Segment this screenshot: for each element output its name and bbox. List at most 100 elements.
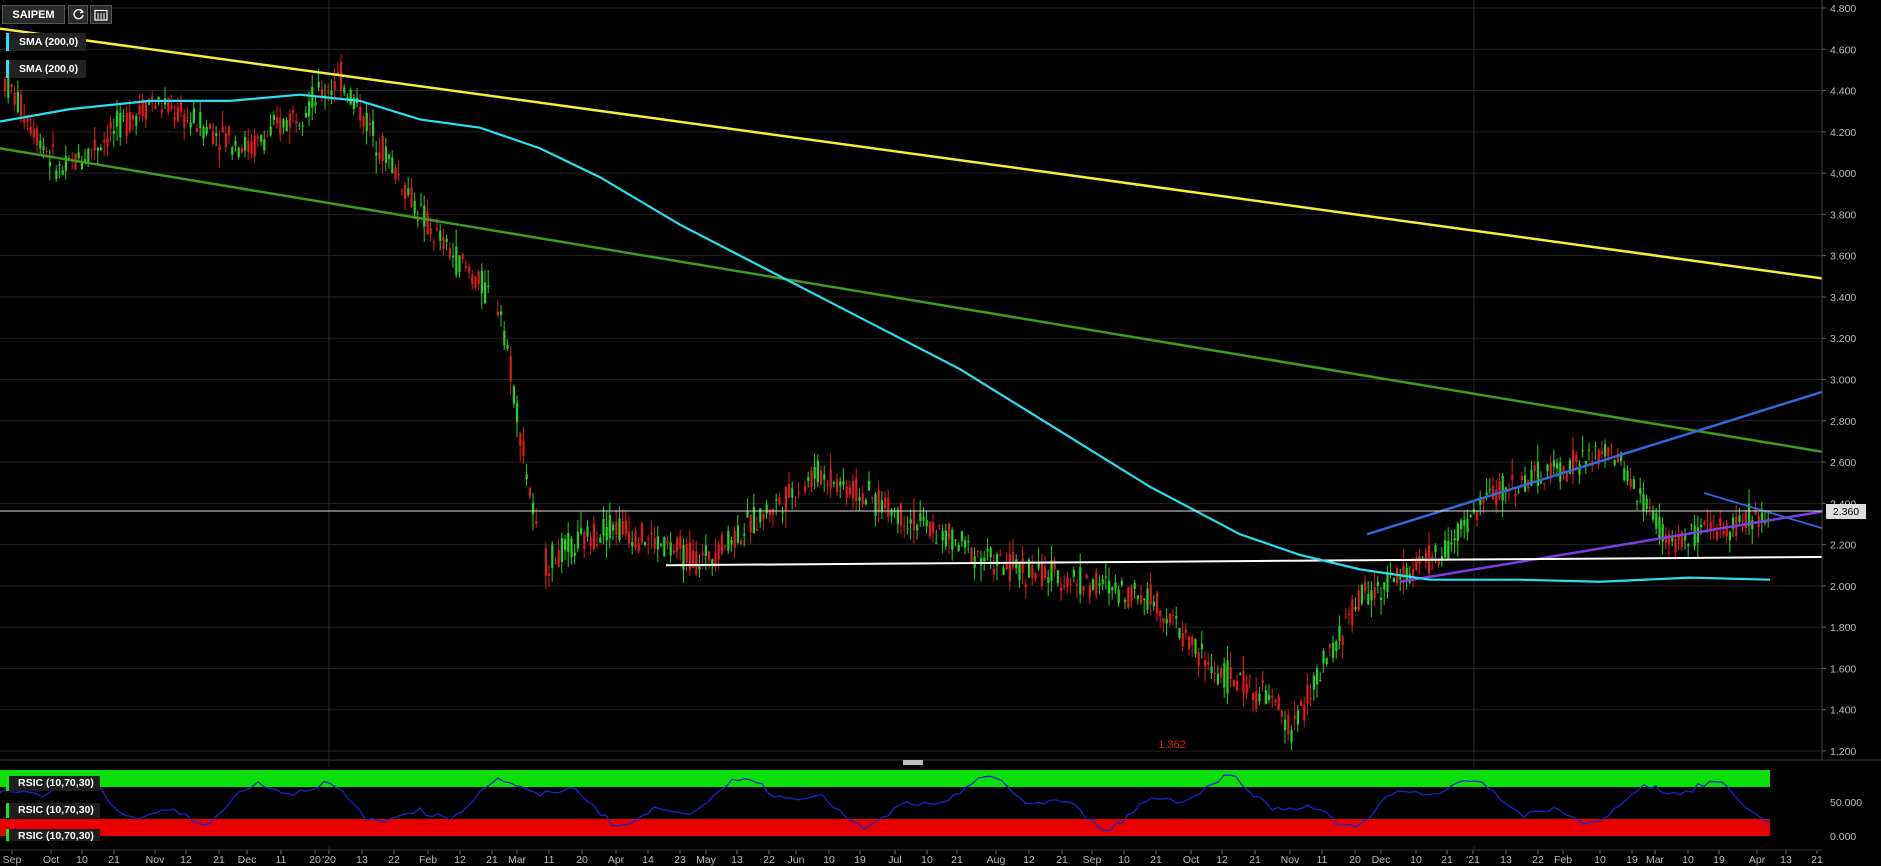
candle-down: [1277, 696, 1280, 711]
candle-up: [1546, 464, 1549, 472]
rsi-legend-2[interactable]: RSIC (10,70,30): [6, 803, 100, 818]
candle-up: [1284, 719, 1287, 731]
x-tick-label: Sep: [1083, 854, 1102, 866]
candle-down: [208, 124, 211, 130]
candle-up: [304, 112, 307, 118]
candle-down: [160, 109, 163, 113]
pane-resize-handle[interactable]: [903, 760, 923, 765]
candle-down: [778, 497, 781, 505]
candle-up: [1146, 588, 1149, 610]
candle-down: [1229, 667, 1232, 679]
candle-down: [1248, 675, 1251, 677]
candle-up: [445, 238, 448, 242]
rsi-oversold-band: [0, 819, 1770, 836]
candle-up: [202, 126, 205, 139]
candle-up: [1463, 519, 1466, 526]
x-tick-label: 12: [1216, 854, 1228, 866]
candle-up: [1456, 523, 1459, 541]
candle-up: [823, 474, 826, 480]
candle-down: [1514, 493, 1517, 497]
candle-down: [180, 100, 183, 112]
candle-down: [724, 545, 727, 547]
candle-up: [612, 524, 615, 531]
candle-down: [410, 187, 413, 207]
symbol-button[interactable]: SAIPEM: [2, 5, 65, 24]
rsi-legend-1-label: RSIC (10,70,30): [18, 777, 94, 789]
candle-down: [1012, 552, 1015, 568]
candle-up: [55, 170, 58, 179]
candle-down: [240, 147, 243, 153]
refresh-button[interactable]: [68, 5, 88, 24]
candle-down: [1149, 584, 1152, 605]
candle-up: [375, 152, 378, 156]
candle-down: [1492, 485, 1495, 500]
candle-down: [1706, 520, 1709, 522]
candle-down: [247, 141, 250, 152]
candle-down: [877, 490, 880, 513]
x-tick-label: 19: [1713, 854, 1725, 866]
candle-down: [653, 538, 656, 549]
candle-up: [1399, 576, 1402, 580]
candle-down: [400, 190, 403, 192]
candle-up: [1386, 572, 1389, 593]
candle-down: [1168, 613, 1171, 624]
calendar-button[interactable]: [90, 5, 112, 24]
sma-legend-1[interactable]: SMA (200,0): [6, 33, 87, 51]
candle-down: [554, 562, 557, 565]
candle-up: [736, 525, 739, 543]
calendar-icon: [94, 9, 108, 21]
candle-up: [1165, 618, 1168, 624]
candle-up: [1338, 625, 1341, 641]
price-chart[interactable]: 4.800 4.600 4.400 4.200 4.000 3.800 3.600 3.400…: [0, 0, 1881, 866]
candle-down: [592, 523, 595, 550]
candle-up: [308, 101, 311, 117]
candle-down: [970, 547, 973, 562]
rsi-legend-3[interactable]: RSIC (10,70,30): [6, 829, 100, 841]
candle-up: [439, 230, 442, 241]
x-tick-label: 21: [951, 854, 963, 866]
candle-up: [1408, 574, 1411, 583]
x-tick-label: Oct: [1183, 854, 1199, 866]
rsi-legend-1[interactable]: RSIC (10,70,30): [6, 776, 100, 791]
candle-up: [698, 565, 701, 570]
y-tick-label: 1.800: [1830, 622, 1856, 634]
candle-down: [93, 139, 96, 151]
candle-up: [964, 540, 967, 548]
y-tick-label: 4.800: [1830, 3, 1856, 15]
candle-down: [1140, 595, 1143, 604]
x-tick-label: 22: [1532, 854, 1544, 866]
candle-up: [967, 541, 970, 543]
candle-up: [506, 345, 509, 350]
candle-down: [826, 484, 829, 486]
candle-down: [1520, 476, 1523, 480]
candle-up: [1604, 444, 1607, 457]
rsi-axis-label-50: 50.000: [1830, 797, 1862, 809]
candle-up: [922, 516, 925, 521]
x-tick-label: '21: [1466, 854, 1480, 866]
candle-down: [615, 522, 618, 535]
candle-up: [1056, 570, 1059, 584]
candle-up: [954, 539, 957, 542]
candle-up: [1370, 590, 1373, 601]
candle-down: [1674, 538, 1677, 553]
candle-up: [791, 488, 794, 498]
candle-down: [749, 515, 752, 533]
x-tick-label: 21: [108, 854, 120, 866]
candle-down: [1722, 531, 1725, 535]
candle-up: [1453, 538, 1456, 541]
candle-up: [487, 285, 490, 288]
candle-up: [455, 246, 458, 275]
candle-down: [1431, 555, 1434, 559]
candle-up: [1421, 556, 1424, 558]
candle-up: [1111, 587, 1114, 591]
candle-down: [804, 485, 807, 492]
candle-down: [426, 211, 429, 235]
candle-down: [1600, 451, 1603, 455]
candle-down: [621, 521, 624, 535]
x-tick-label: Dec: [238, 854, 257, 866]
x-tick-label: May: [696, 854, 717, 866]
x-tick-label: 20: [309, 854, 321, 866]
candle-down: [666, 541, 669, 544]
sma-legend-2[interactable]: SMA (200,0): [6, 60, 87, 78]
candle-up: [618, 518, 621, 540]
